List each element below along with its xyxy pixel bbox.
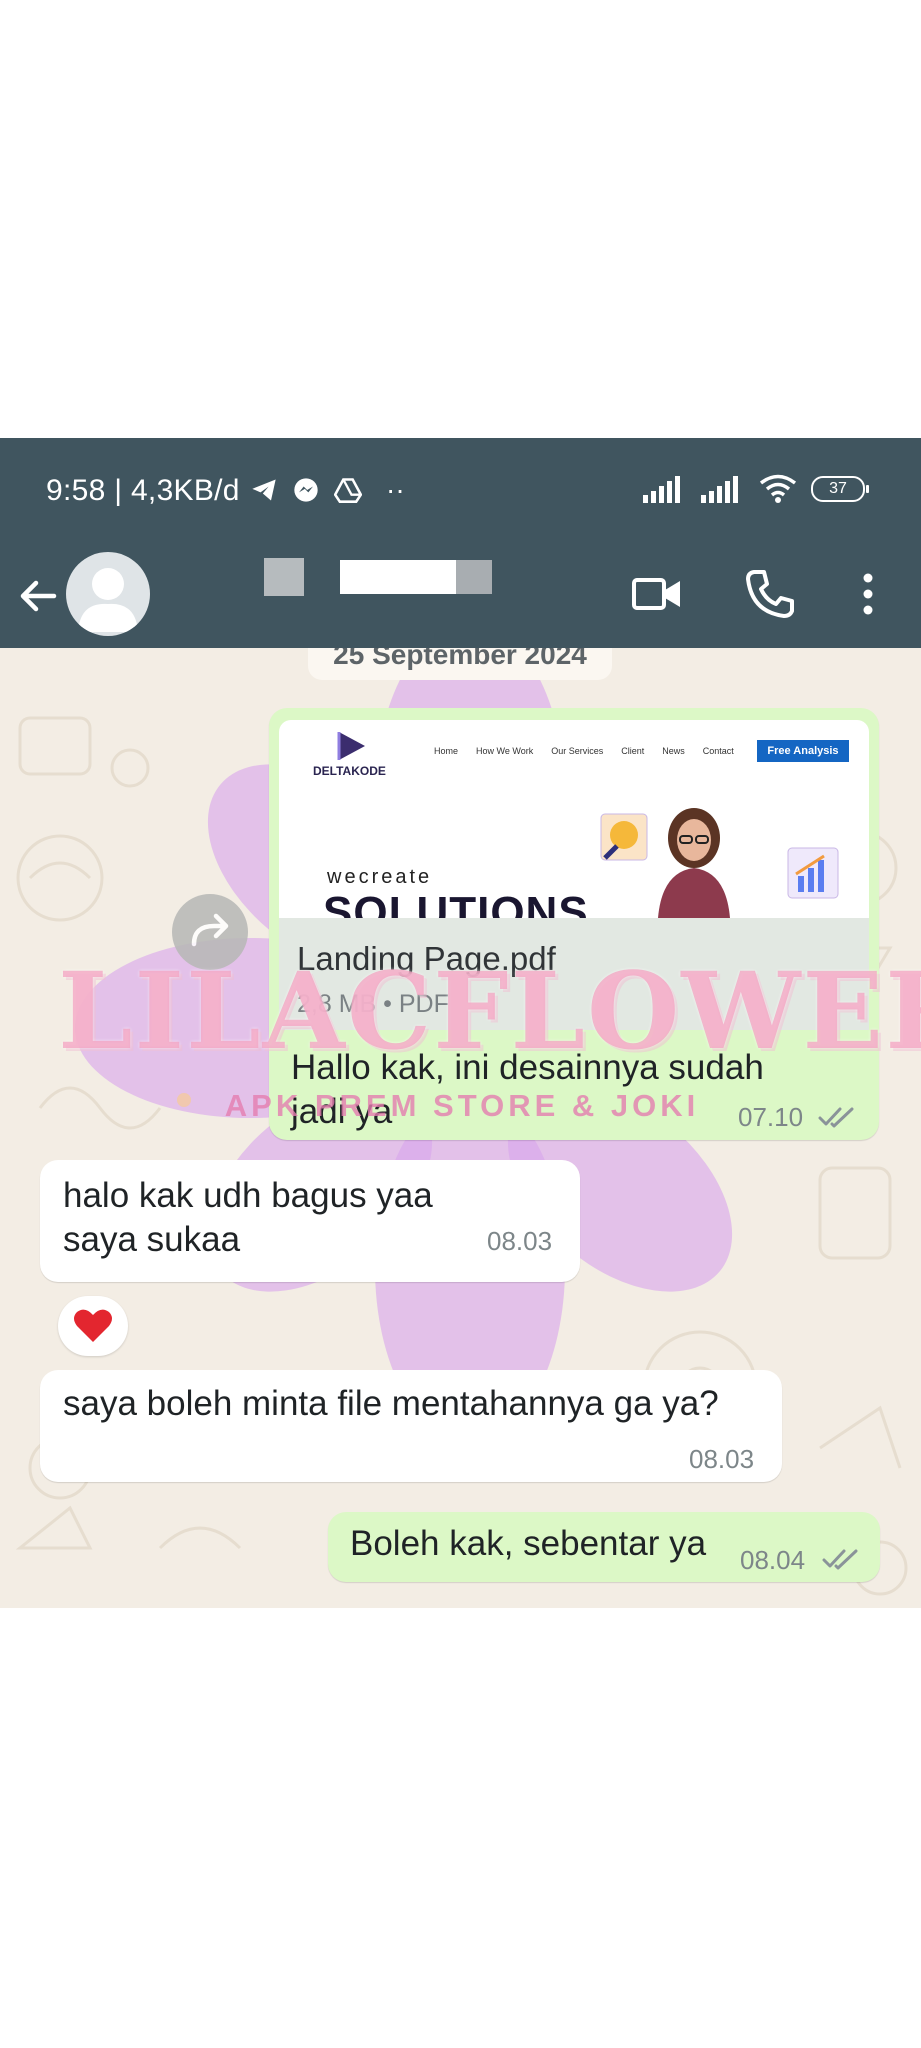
message-time: 08.03 bbox=[689, 1444, 755, 1474]
chat-header bbox=[0, 542, 921, 648]
redaction-block bbox=[456, 560, 492, 594]
redaction-block bbox=[264, 558, 304, 596]
message-time: 08.03 bbox=[487, 1226, 553, 1256]
system-icons: 37 bbox=[643, 474, 869, 504]
preview-headline-small: wecreate bbox=[327, 866, 433, 888]
more-notifications-indicator: ·· bbox=[386, 474, 405, 505]
message-text: saya boleh minta file mentahannya ga ya? bbox=[63, 1384, 719, 1423]
double-check-read-icon bbox=[822, 1549, 858, 1570]
pdf-preview-thumbnail[interactable]: DELTAKODE Home How We Work Our Services … bbox=[279, 720, 869, 918]
watermark-title: LILACFLOWER bbox=[58, 948, 921, 1073]
red-heart-icon bbox=[74, 1309, 112, 1342]
preview-nav-item: How We Work bbox=[476, 746, 534, 756]
telegram-icon bbox=[252, 479, 276, 501]
preview-headline-big: SOLUTIONS bbox=[323, 888, 589, 918]
video-call-icon[interactable] bbox=[628, 564, 688, 624]
message-time: 08.04 bbox=[740, 1545, 806, 1575]
chat-area[interactable]: 25 September 2024 DELTAKODE Home How We … bbox=[0, 648, 921, 1608]
contact-avatar[interactable] bbox=[66, 552, 150, 636]
preview-brand: DELTAKODE bbox=[313, 764, 386, 778]
default-user-icon bbox=[78, 568, 138, 632]
signal-icon-2 bbox=[701, 476, 738, 503]
drive-icon bbox=[334, 478, 362, 503]
preview-cta-button: Free Analysis bbox=[757, 740, 849, 762]
preview-nav-item: Home bbox=[434, 746, 459, 756]
double-check-read-icon bbox=[818, 1107, 854, 1128]
messenger-icon bbox=[294, 478, 318, 502]
message-text: halo kak udh bagus yaa saya sukaa bbox=[63, 1176, 433, 1259]
back-arrow-icon[interactable] bbox=[14, 572, 62, 620]
date-chip: 25 September 2024 bbox=[308, 648, 612, 680]
whatsapp-screen: 9:58 | 4,3KB/d ·· 37 25 September 2024 D… bbox=[0, 438, 921, 1608]
status-time-speed: 9:58 | 4,3KB/d bbox=[46, 474, 240, 507]
preview-chart-graphic bbox=[787, 847, 839, 899]
preview-nav-item: News bbox=[662, 746, 685, 756]
battery-indicator: 37 bbox=[811, 476, 869, 502]
preview-nav: Home How We Work Our Services Client New… bbox=[434, 746, 734, 756]
notification-icons: ·· bbox=[250, 474, 405, 506]
message-reaction[interactable]: ❤️ bbox=[58, 1296, 128, 1356]
preview-coin-graphic bbox=[600, 813, 648, 861]
voice-call-icon[interactable] bbox=[740, 564, 800, 624]
redaction-block bbox=[340, 560, 456, 594]
status-bar: 9:58 | 4,3KB/d ·· 37 bbox=[0, 438, 921, 542]
preview-nav-item: Client bbox=[621, 746, 645, 756]
preview-nav-item: Our Services bbox=[551, 746, 604, 756]
message-text: Boleh kak, sebentar ya bbox=[350, 1524, 707, 1563]
deltakode-logo-icon bbox=[337, 732, 365, 760]
watermark-subtitle: APK PREM STORE & JOKI bbox=[224, 1088, 700, 1123]
wifi-icon bbox=[759, 474, 797, 503]
signal-icon-1 bbox=[643, 476, 680, 503]
preview-nav-item: Contact bbox=[702, 746, 734, 756]
overflow-menu-icon[interactable] bbox=[838, 564, 898, 624]
